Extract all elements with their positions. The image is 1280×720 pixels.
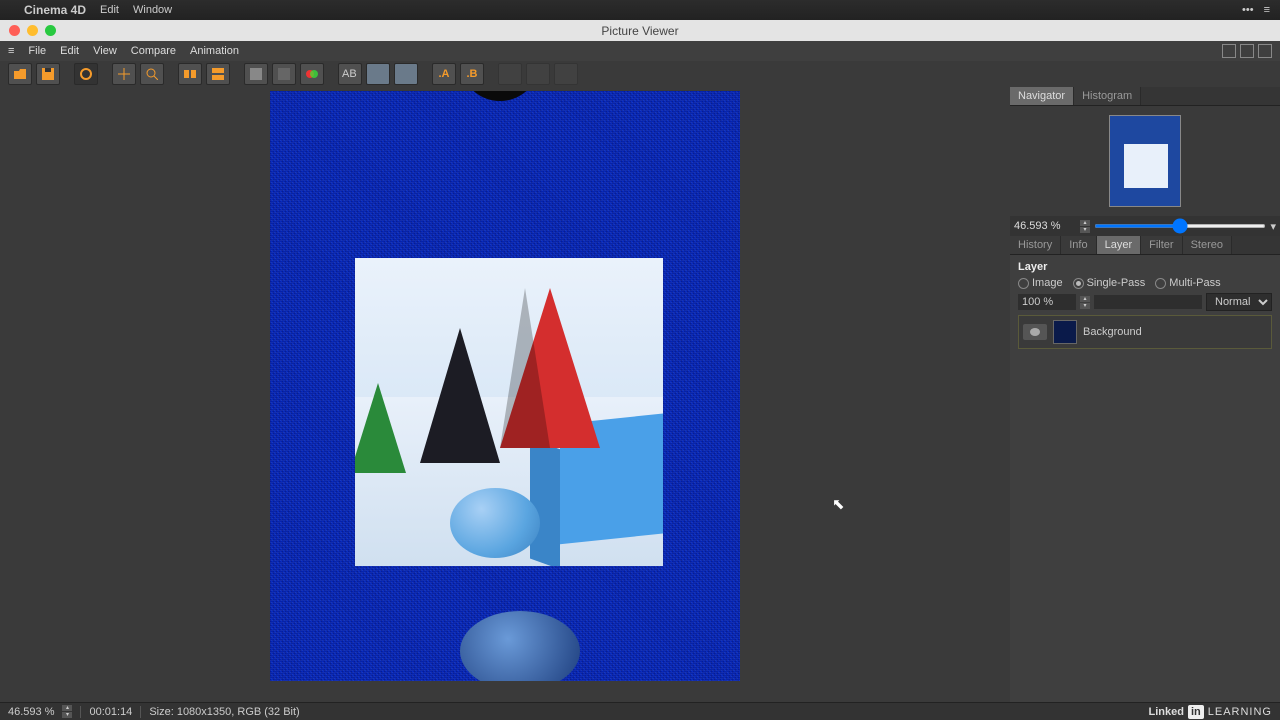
save-icon[interactable] (36, 63, 60, 85)
side-panel: Navigator Histogram 46.593 % ▴▾ ▾ Histor… (1010, 87, 1280, 702)
window-titlebar: Picture Viewer (0, 20, 1280, 41)
zoom-value[interactable]: 46.593 % (1014, 220, 1076, 232)
hamburger-icon[interactable]: ≡ (8, 45, 14, 57)
zoom-slider[interactable] (1094, 224, 1266, 228)
radio-single-pass[interactable]: Single-Pass (1073, 277, 1146, 289)
app-menubar: ≡ File Edit View Compare Animation (0, 41, 1280, 61)
tab-layer[interactable]: Layer (1097, 236, 1142, 254)
layer-row-background[interactable]: Background (1018, 315, 1272, 349)
menu-view[interactable]: View (93, 45, 117, 57)
render-region (355, 258, 663, 566)
layer-name: Background (1083, 326, 1142, 338)
tab-histogram[interactable]: Histogram (1074, 87, 1141, 105)
disabled-2-icon (526, 63, 550, 85)
blend-mode-select[interactable]: Normal (1206, 293, 1272, 311)
filter-2-icon[interactable] (394, 63, 418, 85)
radio-image[interactable]: Image (1018, 277, 1063, 289)
move-icon[interactable] (112, 63, 136, 85)
visibility-icon[interactable] (1023, 324, 1047, 340)
viewport[interactable] (0, 87, 1010, 702)
disabled-1-icon (498, 63, 522, 85)
compare-b-icon[interactable] (206, 63, 230, 85)
tab-history[interactable]: History (1010, 236, 1061, 254)
app-name[interactable]: Cinema 4D (24, 3, 86, 17)
channel-2-icon[interactable] (272, 63, 296, 85)
layer-thumbnail (1053, 320, 1077, 344)
compare-a-icon[interactable] (178, 63, 202, 85)
menubar-list-icon[interactable]: ≡ (1264, 4, 1270, 16)
filter-1-icon[interactable] (366, 63, 390, 85)
status-zoom-spinner[interactable]: ▴▾ (62, 705, 72, 718)
layout-a-icon[interactable] (1222, 44, 1236, 58)
status-size: Size: 1080x1350, RGB (32 Bit) (149, 706, 299, 718)
menu-compare[interactable]: Compare (131, 45, 176, 57)
status-bar: 46.593 % ▴▾ 00:01:14 Size: 1080x1350, RG… (0, 702, 1280, 720)
zoom-dropdown-icon[interactable]: ▾ (1270, 220, 1276, 233)
zoom-icon[interactable] (140, 63, 164, 85)
tab-info[interactable]: Info (1061, 236, 1096, 254)
ab-toggle-icon[interactable]: AB (338, 63, 362, 85)
zoom-spinner[interactable]: ▴▾ (1080, 220, 1090, 233)
layout-c-icon[interactable] (1258, 44, 1272, 58)
a-button[interactable]: .A (432, 63, 456, 85)
channel-1-icon[interactable] (244, 63, 268, 85)
status-zoom[interactable]: 46.593 % (8, 706, 54, 718)
menu-window[interactable]: Window (133, 4, 172, 16)
linkedin-learning-logo: Linkedin LEARNING (1149, 705, 1272, 719)
toolbar: AB .A .B (0, 61, 1280, 87)
tab-filter[interactable]: Filter (1141, 236, 1182, 254)
disabled-3-icon (554, 63, 578, 85)
tab-navigator[interactable]: Navigator (1010, 87, 1074, 105)
opacity-value[interactable]: 100 % (1018, 294, 1076, 310)
macos-menubar: Cinema 4D Edit Window ••• ≡ (0, 0, 1280, 20)
opacity-slider[interactable] (1094, 295, 1202, 309)
menu-edit[interactable]: Edit (100, 4, 119, 16)
svg-text:AB: AB (342, 69, 357, 79)
layout-b-icon[interactable] (1240, 44, 1254, 58)
menu-edit2[interactable]: Edit (60, 45, 79, 57)
channel-3-icon[interactable] (300, 63, 324, 85)
navigator-thumbnail[interactable] (1109, 115, 1181, 207)
menu-file[interactable]: File (28, 45, 46, 57)
menu-animation[interactable]: Animation (190, 45, 239, 57)
radio-multi-pass[interactable]: Multi-Pass (1155, 277, 1220, 289)
window-title: Picture Viewer (0, 24, 1280, 38)
layer-heading: Layer (1018, 261, 1272, 273)
b-button[interactable]: .B (460, 63, 484, 85)
open-icon[interactable] (8, 63, 32, 85)
status-time: 00:01:14 (89, 706, 132, 718)
render-icon[interactable] (74, 63, 98, 85)
render-canvas (270, 91, 740, 681)
menubar-dots-icon[interactable]: ••• (1242, 4, 1254, 16)
tab-stereo[interactable]: Stereo (1183, 236, 1232, 254)
opacity-spinner[interactable]: ▴▾ (1080, 296, 1090, 309)
